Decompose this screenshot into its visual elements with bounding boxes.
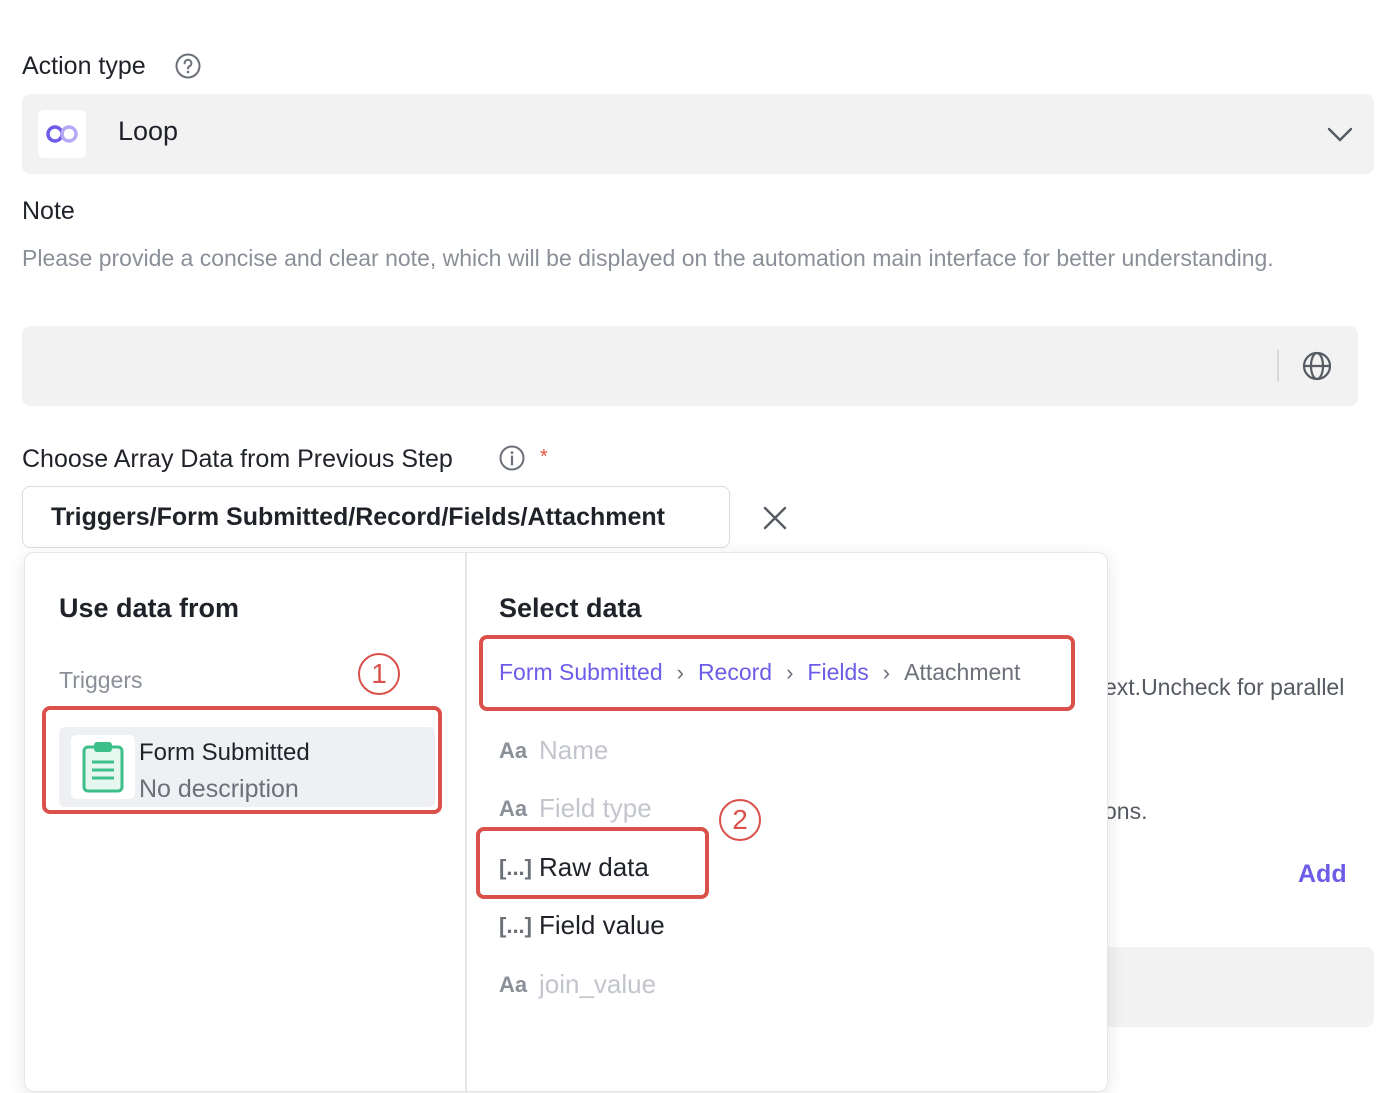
background-text-partial-2: ons. [1104, 798, 1148, 824]
text-type-icon: Aa [499, 971, 528, 997]
field-item-join-value: Aa join_value [499, 969, 656, 1000]
info-circle-icon[interactable] [499, 445, 525, 471]
chevron-down-icon[interactable] [1326, 120, 1354, 148]
select-data-title: Select data [499, 593, 642, 623]
use-data-from-title: Use data from [59, 593, 240, 623]
field-item-field-type: Aa Field type [499, 793, 652, 824]
action-type-label: Action type [22, 52, 146, 80]
note-label: Note [22, 197, 75, 225]
field-label: Field type [539, 793, 652, 823]
action-type-select[interactable]: Loop [22, 94, 1374, 174]
field-item-field-value[interactable]: [...] Field value [499, 910, 665, 941]
question-circle-icon[interactable] [175, 53, 201, 79]
add-link[interactable]: Add [1298, 860, 1347, 889]
background-text-partial: ext.Uncheck for parallel [1104, 674, 1345, 700]
field-item-name: Aa Name [499, 735, 608, 766]
required-mark: * [540, 446, 548, 468]
step-1-badge: 1 [358, 653, 400, 695]
note-description: Please provide a concise and clear note,… [22, 245, 1274, 271]
highlight-raw-data [476, 827, 709, 899]
globe-icon[interactable] [1301, 350, 1333, 382]
data-picker-popup: Use data from Triggers Form Submitted No… [24, 552, 1108, 1093]
panel-divider [465, 553, 467, 1093]
step-2-badge: 2 [719, 799, 761, 841]
input-divider [1277, 350, 1279, 382]
action-type-value: Loop [118, 116, 179, 146]
array-type-icon: [...] [499, 912, 532, 938]
array-source-value: Triggers/Form Submitted/Record/Fields/At… [51, 503, 665, 531]
array-source-label: Choose Array Data from Previous Step [22, 445, 453, 473]
note-input[interactable] [22, 326, 1358, 406]
highlight-trigger-item [42, 706, 442, 814]
triggers-group-label: Triggers [59, 667, 143, 693]
text-type-icon: Aa [499, 737, 528, 763]
loop-infinity-icon [38, 110, 86, 158]
background-input [1090, 947, 1374, 1027]
field-label: Field value [539, 910, 665, 940]
field-label: Name [539, 735, 609, 765]
highlight-breadcrumb [479, 635, 1075, 711]
array-source-field[interactable]: Triggers/Form Submitted/Record/Fields/At… [22, 486, 730, 548]
text-type-icon: Aa [499, 795, 528, 821]
close-icon[interactable] [760, 503, 790, 533]
field-label: join_value [539, 969, 657, 999]
